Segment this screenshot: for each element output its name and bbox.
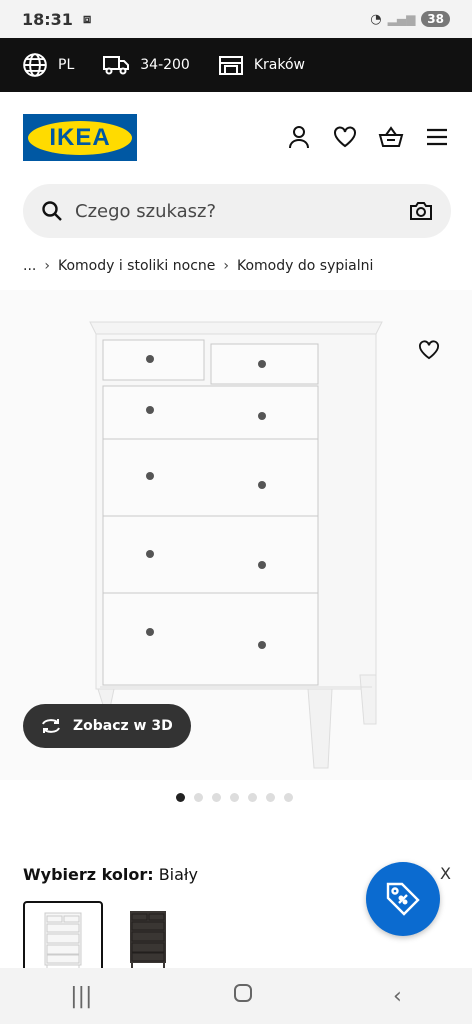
search-input[interactable]: Czego szukasz?: [75, 201, 216, 222]
offers-floating-button[interactable]: [366, 862, 440, 936]
color-value: Biały: [158, 865, 198, 884]
gallery-dot[interactable]: [248, 793, 257, 802]
breadcrumb-ellipsis[interactable]: ...: [23, 258, 36, 274]
language-label: PL: [58, 57, 75, 73]
store-label: Kraków: [253, 57, 305, 73]
chevron-right-icon: ›: [44, 258, 50, 274]
status-time: 18:31: [22, 9, 73, 29]
gallery-dot[interactable]: [194, 793, 203, 802]
search-icon: [42, 201, 62, 221]
back-icon[interactable]: ‹: [393, 984, 402, 1009]
globe-icon: [23, 53, 47, 77]
gallery-dot[interactable]: [230, 793, 239, 802]
logo-oval: IKEA: [28, 120, 132, 155]
rotate-icon: [42, 719, 60, 733]
gallery-dot[interactable]: [284, 793, 293, 802]
store-icon: [218, 56, 243, 75]
status-bar: 18:31 ⧈ ◔ ▂▄▆ 38: [0, 0, 472, 38]
view-in-3d-button[interactable]: Zobacz w 3D: [23, 704, 191, 748]
add-to-wishlist-heart-icon[interactable]: [418, 340, 440, 364]
gallery-dot[interactable]: [266, 793, 275, 802]
status-icons: ◔ ▂▄▆ 38: [370, 11, 450, 27]
store-selector[interactable]: Kraków: [218, 54, 305, 76]
site-header: IKEA: [0, 92, 472, 184]
postcode-label: 34-200: [140, 57, 190, 73]
home-icon[interactable]: [233, 983, 253, 1009]
truck-icon: [103, 56, 130, 75]
view-in-3d-label: Zobacz w 3D: [73, 718, 173, 734]
android-navigation-bar: ||| ‹: [0, 968, 472, 1024]
ikea-logo[interactable]: IKEA: [23, 114, 137, 161]
user-icon[interactable]: [286, 124, 312, 150]
breadcrumb: ... › Komody i stoliki nocne › Komody do…: [23, 258, 373, 274]
logo-text: IKEA: [49, 123, 111, 151]
camera-icon[interactable]: [409, 201, 433, 221]
wifi-icon: ◔: [370, 11, 382, 27]
battery-icon: 38: [421, 11, 450, 27]
recent-apps-icon[interactable]: |||: [70, 984, 92, 1009]
chevron-right-icon: ›: [223, 258, 229, 274]
close-floating-button[interactable]: X: [440, 864, 451, 883]
language-selector[interactable]: PL: [22, 52, 74, 78]
delivery-postcode[interactable]: 34-200: [102, 54, 190, 76]
heart-icon[interactable]: [332, 124, 358, 150]
color-selector-heading: Wybierz kolor: Biały: [23, 865, 198, 884]
screenshot-icon: ⧈: [82, 11, 92, 27]
top-info-bar: PL 34-200 Kraków: [0, 38, 472, 92]
breadcrumb-item-bedroom-dressers[interactable]: Komody do sypialni: [237, 258, 373, 274]
gallery-pagination: [176, 793, 293, 802]
tag-icon: [386, 882, 420, 916]
brown-dresser-thumbnail: [130, 911, 166, 969]
signal-icon: ▂▄▆: [387, 12, 416, 26]
gallery-dot[interactable]: [176, 793, 185, 802]
basket-icon[interactable]: [378, 124, 404, 150]
search-bar[interactable]: Czego szukasz?: [23, 184, 451, 238]
color-label: Wybierz kolor:: [23, 865, 154, 884]
header-icons: [286, 124, 450, 150]
gallery-dot[interactable]: [212, 793, 221, 802]
menu-icon[interactable]: [424, 124, 450, 150]
breadcrumb-item-dressers-nightstands[interactable]: Komody i stoliki nocne: [58, 258, 215, 274]
